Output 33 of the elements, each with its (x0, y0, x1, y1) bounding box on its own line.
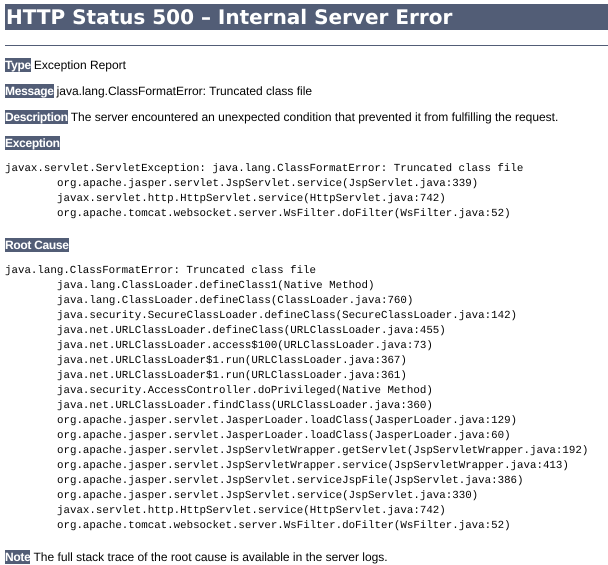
section-label: Root Cause (5, 238, 69, 252)
stack-frame: java.security.AccessController.doPrivileged(Native Method) (5, 384, 608, 399)
field-label: Type (5, 58, 31, 72)
stack-frame: org.apache.jasper.servlet.JspServletWrapper.service(JspServletWrapper.java:413) (5, 459, 608, 474)
stack-frame: javax.servlet.http.HttpServlet.service(HttpServlet.java:742) (5, 504, 608, 519)
stack-frame: java.net.URLClassLoader$1.run(URLClassLoader.java:367) (5, 354, 608, 369)
stack-frame: org.apache.jasper.servlet.JasperLoader.loadClass(JasperLoader.java:60) (5, 429, 608, 444)
field-label: Description (5, 110, 68, 124)
stack-trace-header: java.lang.ClassFormatError: Truncated class file (5, 264, 318, 279)
field-value: The full stack trace of the root cause is available in the server logs. (33, 550, 388, 564)
field-value: The server encountered an unexpected condition that prevented it from fulfilling the request. (70, 110, 558, 124)
field-label: Note (5, 550, 30, 564)
stack-frame: java.lang.ClassLoader.defineClass1(Native Method) (5, 279, 608, 294)
stack-frame: java.security.SecureClassLoader.defineClass(SecureClassLoader.java:142) (5, 309, 608, 324)
stack-frame: org.apache.jasper.servlet.JspServlet.serviceJspFile(JspServlet.java:386) (5, 474, 608, 489)
stack-frame: org.apache.jasper.servlet.JspServletWrapper.getServlet(JspServletWrapper.java:192) (5, 444, 608, 459)
stack-frame: org.apache.jasper.servlet.JasperLoader.loadClass(JasperLoader.java:129) (5, 414, 608, 429)
stack-frame: org.apache.jasper.servlet.JspServlet.service(JspServlet.java:330) (5, 489, 608, 504)
stack-frame: org.apache.tomcat.websocket.server.WsFilter.doFilter(WsFilter.java:52) (5, 519, 608, 534)
stack-frame: javax.servlet.http.HttpServlet.service(HttpServlet.java:742) (5, 192, 608, 207)
field-label: Message (5, 84, 54, 98)
stack-frame: java.lang.ClassLoader.defineClass(ClassLoader.java:760) (5, 294, 608, 309)
stack-frame: java.net.URLClassLoader.findClass(URLClassLoader.java:360) (5, 399, 608, 414)
stack-frame: org.apache.tomcat.websocket.server.WsFilter.doFilter(WsFilter.java:52) (5, 207, 608, 222)
stack-frame: java.net.URLClassLoader.defineClass(URLClassLoader.java:455) (5, 324, 608, 339)
stack-frame: org.apache.jasper.servlet.JspServlet.service(JspServlet.java:339) (5, 177, 608, 192)
field-value: java.lang.ClassFormatError: Truncated class file (56, 84, 312, 98)
stack-frame: java.net.URLClassLoader.access$100(URLClassLoader.java:73) (5, 339, 608, 354)
page-title: HTTP Status 500 – Internal Server Error (5, 4, 608, 30)
stack-trace-header: javax.servlet.ServletException: java.lang.ClassFormatError: Truncated class file (5, 162, 524, 177)
field-value: Exception Report (34, 58, 126, 72)
stack-frame: java.net.URLClassLoader$1.run(URLClassLoader.java:361) (5, 369, 608, 384)
section-label: Exception (5, 136, 60, 150)
